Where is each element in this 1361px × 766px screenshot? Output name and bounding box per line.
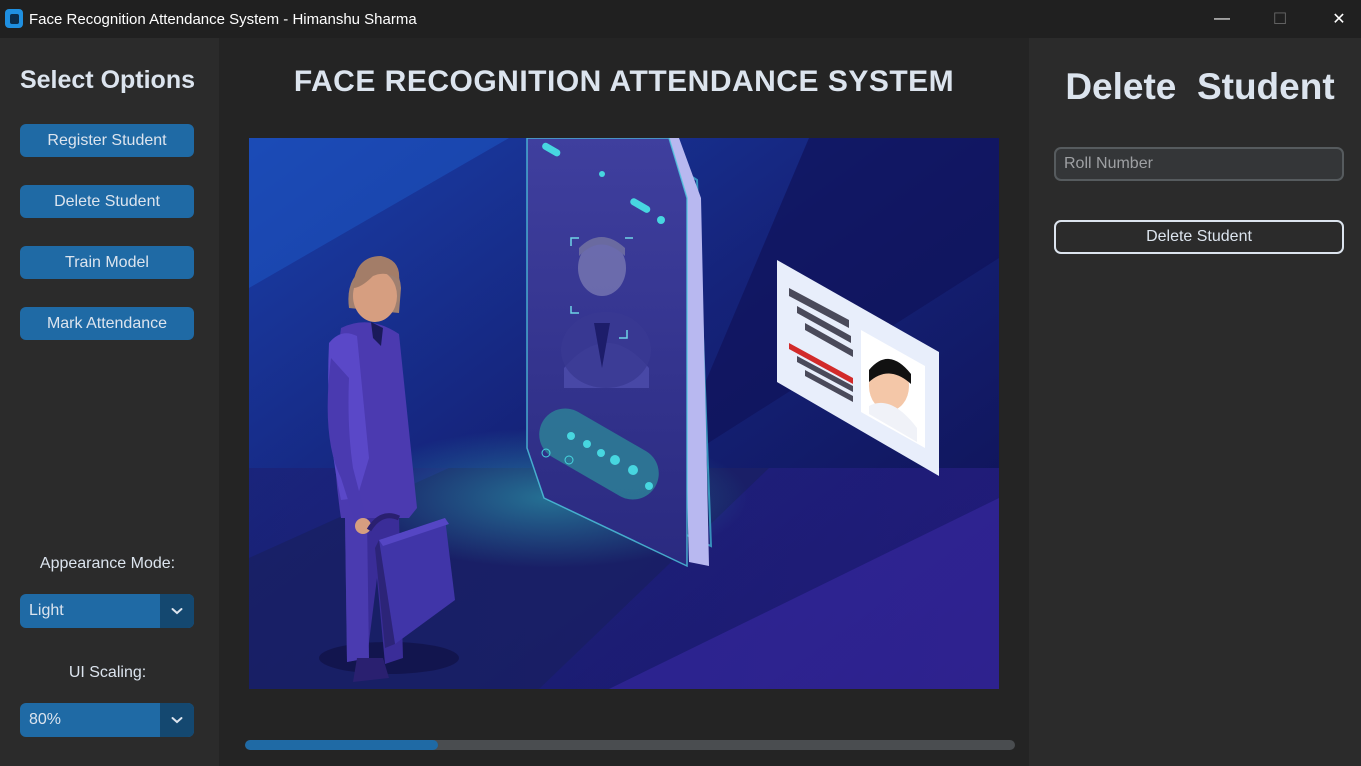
progress-bar bbox=[245, 740, 1015, 750]
delete-student-submit-button[interactable]: Delete Student bbox=[1054, 220, 1344, 254]
main-panel: FACE RECOGNITION ATTENDANCE SYSTEM bbox=[219, 38, 1029, 766]
app-icon bbox=[5, 9, 23, 28]
panel-title: Delete Student bbox=[1065, 66, 1335, 107]
ui-scaling-value: 80% bbox=[29, 711, 62, 728]
delete-student-button[interactable]: Delete Student bbox=[20, 185, 194, 218]
chevron-down-icon[interactable] bbox=[160, 594, 194, 628]
ui-scaling-label: UI Scaling: bbox=[68, 664, 147, 681]
title-bar: Face Recognition Attendance System - Him… bbox=[0, 0, 1361, 38]
window-title: Face Recognition Attendance System - Him… bbox=[29, 11, 417, 28]
maximize-button[interactable]: ☐ bbox=[1257, 0, 1303, 38]
register-student-button[interactable]: Register Student bbox=[20, 124, 194, 157]
appearance-mode-label: Appearance Mode: bbox=[39, 555, 176, 572]
close-button[interactable]: ✕ bbox=[1316, 0, 1361, 38]
appearance-mode-value: Light bbox=[29, 602, 64, 619]
sidebar: Select Options Register Student Delete S… bbox=[0, 38, 219, 766]
face-recognition-illustration bbox=[249, 138, 999, 689]
minimize-button[interactable]: — bbox=[1199, 0, 1245, 38]
appearance-mode-dropdown[interactable]: Light bbox=[20, 594, 194, 628]
page-title: FACE RECOGNITION ATTENDANCE SYSTEM bbox=[293, 65, 955, 98]
chevron-down-icon[interactable] bbox=[160, 703, 194, 737]
sidebar-title: Select Options bbox=[19, 66, 196, 94]
progress-bar-fill bbox=[245, 740, 438, 750]
train-model-button[interactable]: Train Model bbox=[20, 246, 194, 279]
roll-number-input[interactable] bbox=[1054, 147, 1344, 181]
delete-student-panel: Delete Student Delete Student bbox=[1029, 38, 1361, 766]
ui-scaling-dropdown[interactable]: 80% bbox=[20, 703, 194, 737]
mark-attendance-button[interactable]: Mark Attendance bbox=[20, 307, 194, 340]
